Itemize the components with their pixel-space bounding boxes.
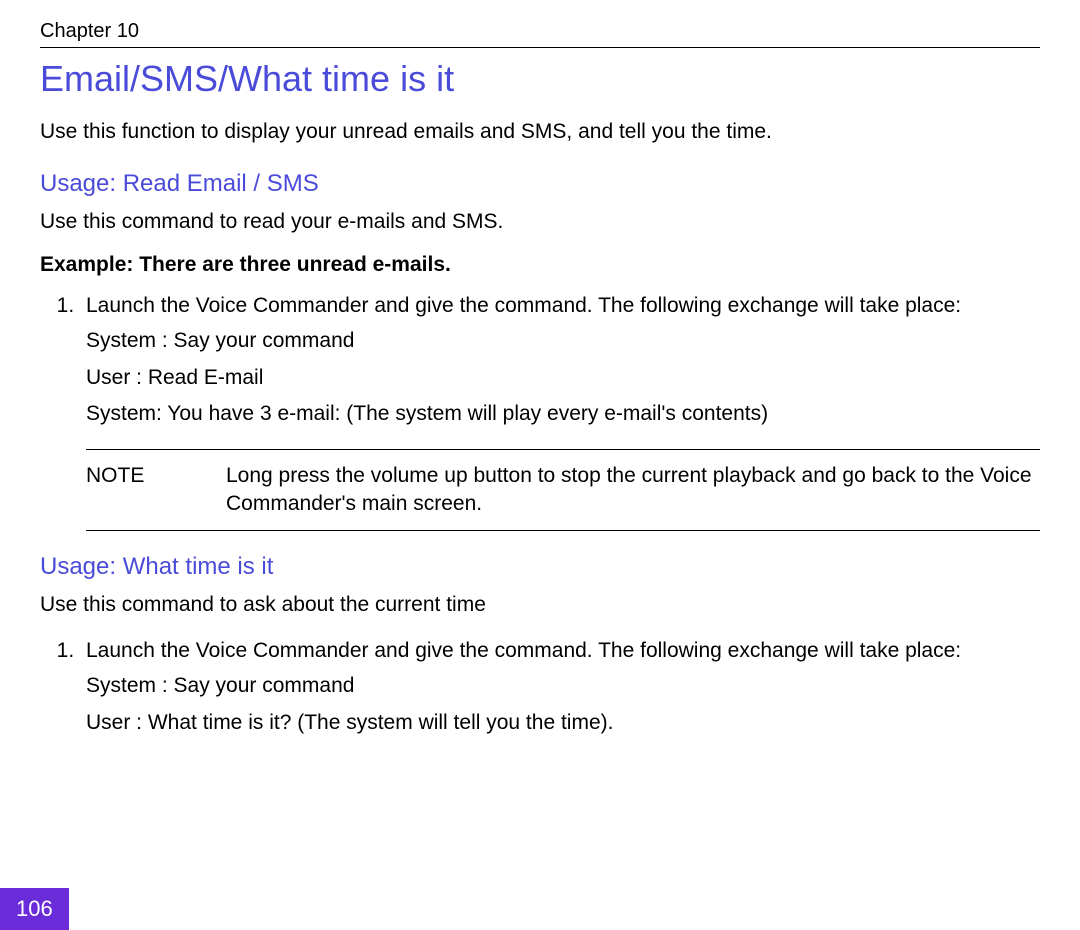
section-title: Email/SMS/What time is it bbox=[40, 58, 1040, 100]
chapter-label: Chapter 10 bbox=[40, 20, 1040, 48]
dialogue-line-user: User : Read E-mail bbox=[86, 362, 1040, 395]
subsection-desc-what-time: Use this command to ask about the curren… bbox=[40, 591, 1040, 619]
page-content: Chapter 10 Email/SMS/What time is it Use… bbox=[0, 0, 1080, 930]
subsection-desc-read-email: Use this command to read your e-mails an… bbox=[40, 208, 1040, 236]
example-heading: Example: There are three unread e-mails. bbox=[40, 253, 1040, 277]
dialogue-line-user: User : What time is it? (The system will… bbox=[86, 707, 1040, 740]
note-box: NOTE Long press the volume up button to … bbox=[86, 449, 1040, 532]
page-number: 106 bbox=[0, 888, 69, 930]
step-item: Launch the Voice Commander and give the … bbox=[80, 291, 1040, 532]
dialogue-line-system: System : Say your command bbox=[86, 670, 1040, 703]
subsection-title-read-email: Usage: Read Email / SMS bbox=[40, 170, 1040, 198]
step-text: Launch the Voice Commander and give the … bbox=[86, 639, 961, 662]
intro-paragraph: Use this function to display your unread… bbox=[40, 118, 1040, 146]
step-text: Launch the Voice Commander and give the … bbox=[86, 294, 961, 317]
dialogue-line-system: System : Say your command bbox=[86, 325, 1040, 358]
subsection-title-what-time: Usage: What time is it bbox=[40, 553, 1040, 581]
step-item: Launch the Voice Commander and give the … bbox=[80, 636, 1040, 740]
note-label: NOTE bbox=[86, 462, 226, 519]
dialogue-line-system-response: System: You have 3 e-mail: (The system w… bbox=[86, 398, 1040, 431]
steps-list-read-email: Launch the Voice Commander and give the … bbox=[40, 291, 1040, 532]
note-text: Long press the volume up button to stop … bbox=[226, 462, 1040, 519]
steps-list-what-time: Launch the Voice Commander and give the … bbox=[40, 636, 1040, 740]
